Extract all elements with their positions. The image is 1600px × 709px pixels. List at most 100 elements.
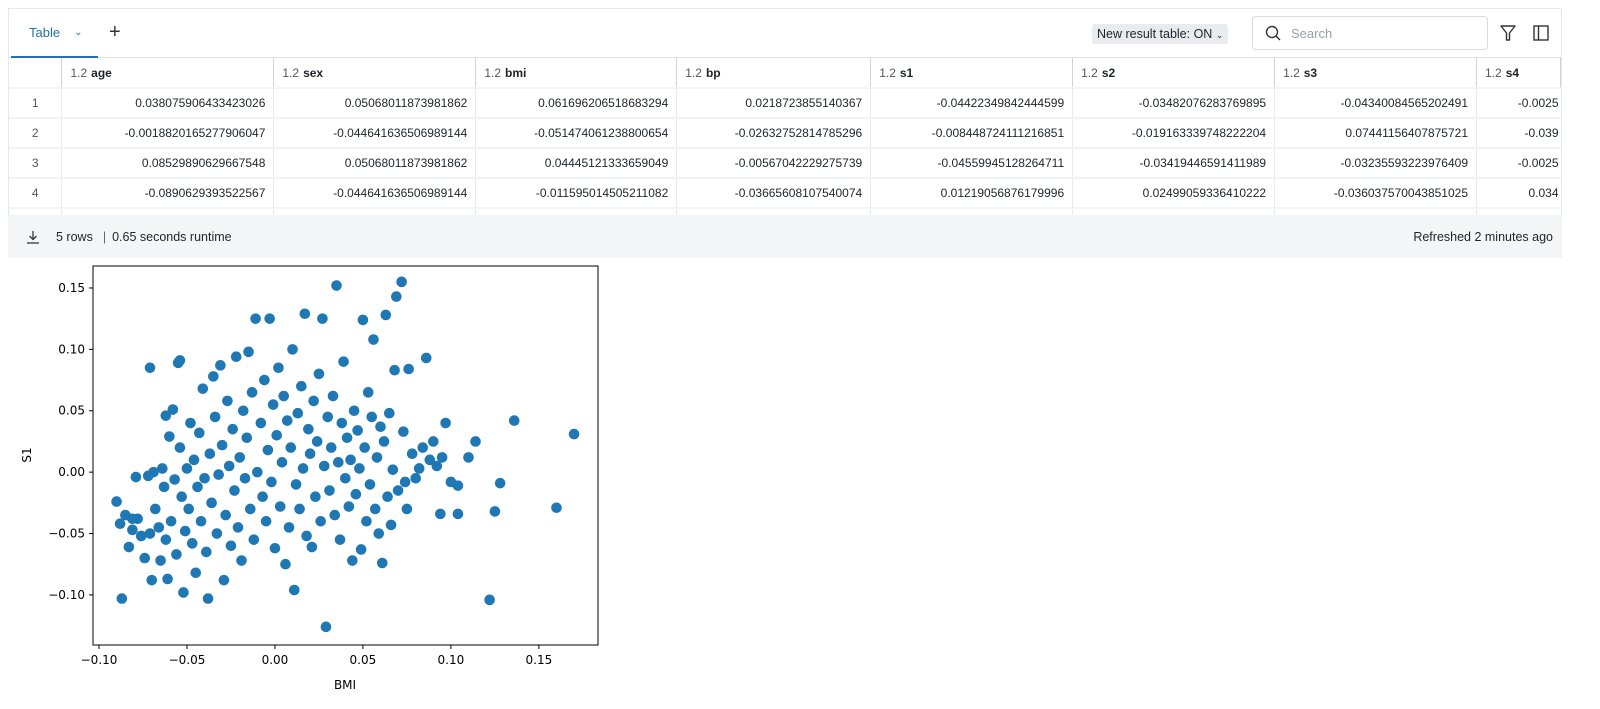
scatter-point bbox=[285, 442, 297, 453]
scatter-point bbox=[144, 362, 156, 374]
tab-label: Table bbox=[29, 25, 61, 40]
cell-s1[interactable]: -0.04422349842444599 bbox=[870, 88, 1074, 119]
cell-s1[interactable]: 0.01219056876179996 bbox=[870, 178, 1074, 209]
new-result-table-toggle[interactable]: New result table: ON ⌄ bbox=[1092, 24, 1229, 44]
column-header-bp[interactable]: 1.2 bp bbox=[676, 58, 872, 89]
cell-s1[interactable]: -0.04559945128264711 bbox=[870, 148, 1074, 179]
scatter-point bbox=[223, 460, 235, 472]
column-header-s3[interactable]: 1.2 s3 bbox=[1274, 58, 1477, 89]
cell-age[interactable]: -0.0890629393522567 bbox=[61, 178, 275, 209]
cell-sex[interactable]: 0.05068011873981862 bbox=[273, 88, 477, 119]
cell-s4[interactable]: -0.039 bbox=[1476, 118, 1561, 149]
scatter-point bbox=[211, 528, 223, 539]
scatter-point bbox=[158, 481, 170, 493]
scatter-point bbox=[241, 432, 253, 444]
cell-sex[interactable]: 0.05068011873981862 bbox=[273, 148, 477, 179]
scatter-point bbox=[185, 417, 196, 429]
download-icon[interactable] bbox=[26, 230, 40, 244]
scatter-point bbox=[164, 431, 175, 442]
scatter-point bbox=[568, 428, 580, 440]
scatter-point bbox=[369, 503, 381, 515]
filter-icon[interactable] bbox=[1498, 23, 1518, 43]
scatter-point bbox=[208, 371, 219, 382]
search-input[interactable] bbox=[1289, 24, 1469, 42]
scatter-point bbox=[243, 346, 254, 358]
table-row[interactable]: 1 0.038075906433423026 0.05068011873981862… bbox=[9, 88, 1561, 119]
scatter-point bbox=[334, 534, 346, 545]
x-tick-label: −0.05 bbox=[169, 653, 206, 667]
row-index: 1 bbox=[9, 88, 63, 119]
scatter-point bbox=[387, 464, 399, 475]
cell-sex[interactable]: -0.044641636506989144 bbox=[273, 118, 477, 149]
cell-bp[interactable]: -0.02632752814785296 bbox=[676, 118, 872, 149]
scatter-point bbox=[385, 519, 397, 531]
cell-s2[interactable]: -0.019163339748222204 bbox=[1072, 118, 1276, 149]
chevron-down-icon[interactable]: ⌄ bbox=[74, 27, 82, 38]
scatter-point bbox=[463, 452, 474, 463]
cell-s3[interactable]: 0.07441156407875721 bbox=[1274, 118, 1477, 149]
scatter-point bbox=[250, 313, 261, 324]
scatter-point bbox=[269, 542, 281, 554]
cell-s2[interactable]: 0.02499059336410222 bbox=[1072, 178, 1276, 209]
scatter-point bbox=[195, 515, 207, 527]
column-header-bmi[interactable]: 1.2 bmi bbox=[475, 58, 678, 89]
cell-age[interactable]: 0.038075906433423026 bbox=[61, 88, 275, 119]
y-tick-label: 0.15 bbox=[58, 281, 85, 295]
column-header-sex[interactable]: 1.2 sex bbox=[273, 58, 477, 89]
scatter-point bbox=[188, 454, 200, 466]
scatter-point bbox=[364, 479, 376, 490]
cell-s3[interactable]: -0.03235593223976409 bbox=[1274, 148, 1477, 179]
cell-bmi[interactable]: -0.051474061238800654 bbox=[475, 118, 678, 149]
row-index: 2 bbox=[9, 118, 63, 149]
scatter-point bbox=[232, 522, 244, 533]
table-row[interactable]: 3 0.08529890629667548 0.05068011873981862 0… bbox=[9, 148, 1561, 179]
cell-bmi[interactable]: 0.04445121333659049 bbox=[475, 148, 678, 179]
scatter-point bbox=[378, 436, 390, 447]
scatter-point bbox=[348, 405, 360, 417]
numeric-type-icon: 1.2 bbox=[282, 65, 300, 80]
cell-age[interactable]: -0.0018820165277906047 bbox=[61, 118, 275, 149]
cell-s4[interactable]: -0.0025 bbox=[1476, 148, 1561, 179]
plus-icon[interactable]: + bbox=[109, 21, 121, 44]
scatter-point bbox=[237, 405, 249, 417]
cell-s3[interactable]: -0.04340084565202491 bbox=[1274, 88, 1477, 119]
column-name: sex bbox=[303, 65, 324, 80]
cell-s1[interactable]: -0.008448724111216851 bbox=[870, 118, 1074, 149]
scatter-point bbox=[308, 395, 319, 407]
scatter-point bbox=[111, 496, 122, 507]
cell-s2[interactable]: -0.03419446591411989 bbox=[1072, 148, 1276, 179]
scatter-point bbox=[406, 448, 418, 460]
cell-bp[interactable]: 0.0218723855140367 bbox=[676, 88, 872, 119]
scatter-point bbox=[179, 525, 191, 537]
table-row[interactable]: 2 -0.0018820165277906047 -0.04464163650698… bbox=[9, 118, 1561, 149]
scatter-point bbox=[283, 522, 295, 533]
column-header-s2[interactable]: 1.2 s2 bbox=[1072, 58, 1276, 89]
scatter-point bbox=[301, 530, 312, 542]
cell-bmi[interactable]: 0.061696206518683294 bbox=[475, 88, 678, 119]
cell-s4[interactable]: 0.034 bbox=[1476, 178, 1561, 209]
scatter-point bbox=[220, 509, 231, 521]
cell-s2[interactable]: -0.03482076283769895 bbox=[1072, 88, 1276, 119]
cell-bmi[interactable]: -0.011595014505211082 bbox=[475, 178, 678, 209]
scatter-point bbox=[489, 506, 501, 517]
column-header-s4[interactable]: 1.2 s4 bbox=[1476, 58, 1561, 89]
cell-bp[interactable]: -0.03665608107540074 bbox=[676, 178, 872, 209]
column-header-age[interactable]: 1.2 age bbox=[61, 58, 275, 89]
cell-s4[interactable]: -0.0025 bbox=[1476, 88, 1561, 119]
cell-sex[interactable]: -0.044641636506989144 bbox=[273, 178, 477, 209]
axes-frame bbox=[92, 265, 599, 646]
column-header-s1[interactable]: 1.2 s1 bbox=[870, 58, 1074, 89]
result-table: 1.2 age 1.2 sex 1.2 bmi 1.2 bp 1.2 s1 1.2 s2 1.2 s3 1.… bbox=[9, 58, 1561, 239]
tab-table[interactable]: Table ⌄ bbox=[11, 9, 98, 58]
cell-age[interactable]: 0.08529890629667548 bbox=[61, 148, 275, 179]
scatter-point bbox=[213, 469, 224, 480]
cell-s3[interactable]: -0.036037570043851025 bbox=[1274, 178, 1477, 209]
result-toolbar: Table ⌄ + New result table: ON ⌄ bbox=[9, 9, 1561, 58]
cell-bp[interactable]: -0.00567042229275739 bbox=[676, 148, 872, 179]
table-row[interactable]: 4 -0.0890629393522567 -0.04464163650698914… bbox=[9, 178, 1561, 209]
sidebar-panel-icon[interactable] bbox=[1531, 23, 1551, 43]
refreshed-status: Refreshed 2 minutes ago bbox=[1413, 229, 1553, 244]
scatter-point bbox=[352, 425, 363, 436]
scatter-point bbox=[417, 442, 429, 453]
table-header-row: 1.2 age 1.2 sex 1.2 bmi 1.2 bp 1.2 s1 1.2 s2 1.2 s3 1.… bbox=[9, 58, 1561, 89]
